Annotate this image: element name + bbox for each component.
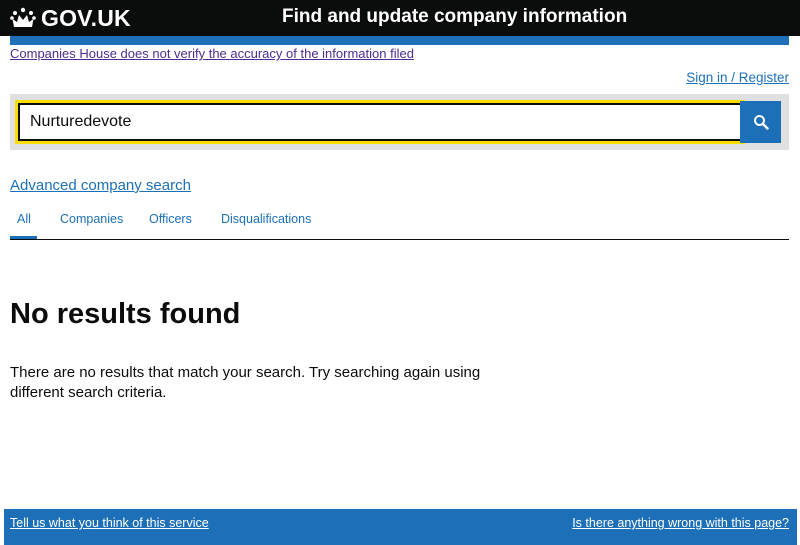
results-message: There are no results that match your sea… — [10, 364, 481, 401]
search-tabs: All Companies Officers Disqualifications — [10, 210, 789, 240]
service-name[interactable]: Find and update company information — [282, 6, 627, 28]
tab-companies[interactable]: Companies — [60, 212, 123, 226]
site-header: GOV.UK Find and update company informati… — [0, 0, 800, 36]
results-heading: No results found — [10, 298, 241, 330]
advanced-search-link[interactable]: Advanced company search — [10, 177, 191, 194]
search-icon — [753, 115, 769, 130]
feedback-link[interactable]: Tell us what you think of this service — [10, 516, 209, 530]
tab-all[interactable]: All — [10, 212, 37, 239]
header-accent-bar — [10, 36, 789, 45]
search-button[interactable] — [740, 101, 781, 143]
search-panel — [10, 94, 789, 150]
sign-in-register-link[interactable]: Sign in / Register — [686, 70, 789, 85]
feedback-footer: Tell us what you think of this service I… — [4, 509, 797, 545]
crown-icon — [10, 7, 36, 27]
search-input[interactable] — [15, 100, 745, 144]
disclaimer-link[interactable]: Companies House does not verify the accu… — [10, 46, 414, 61]
tab-disqualifications[interactable]: Disqualifications — [221, 212, 311, 226]
tab-officers[interactable]: Officers — [149, 212, 192, 226]
logo-text: GOV.UK — [41, 4, 131, 31]
govuk-logo-link[interactable]: GOV.UK — [10, 5, 131, 31]
report-problem-link[interactable]: Is there anything wrong with this page? — [572, 516, 789, 530]
